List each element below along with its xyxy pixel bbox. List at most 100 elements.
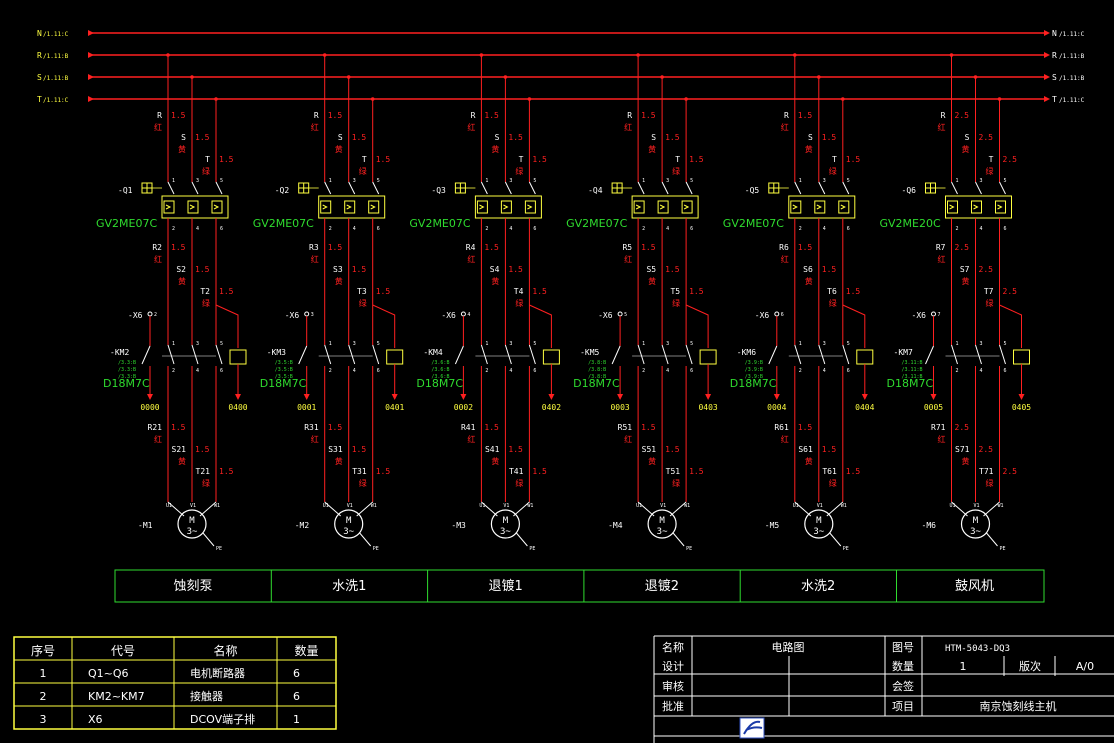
contact-number: 6 — [533, 226, 536, 232]
title-version-label: 版次 — [1019, 659, 1041, 673]
wire-size-label: 2.5 — [979, 445, 994, 454]
wire-size-label: 1.5 — [665, 265, 680, 274]
wire-size-label: 1.5 — [798, 423, 813, 432]
bus-name-left: N — [37, 29, 42, 38]
breaker-tag: -Q4 — [588, 186, 603, 195]
aux-contact-blade — [298, 345, 308, 365]
contact-number: 1 — [642, 178, 645, 184]
contactor-tag: -KM5 — [580, 348, 599, 357]
contact-number: 1 — [799, 178, 802, 184]
contact-number: 6 — [1004, 368, 1007, 374]
parts-header: 序号 — [31, 643, 55, 658]
title-quantity: 1 — [960, 660, 967, 673]
motor-symbol: M — [816, 516, 822, 526]
wire-size-label: 1.5 — [532, 467, 547, 476]
wire-color-label: 红 — [781, 434, 789, 444]
breaker-model: GV2ME20C — [880, 217, 941, 230]
terminal-dot — [931, 311, 936, 317]
wire-phase-label: S — [181, 133, 186, 142]
title-version: A/0 — [1076, 660, 1094, 673]
wire-size-label: 1.5 — [376, 287, 391, 296]
contact-number: 4 — [353, 368, 356, 374]
motor-terminal-label: U1 — [950, 503, 956, 509]
motor-terminal-label: W1 — [214, 503, 220, 509]
contact-number: 6 — [847, 226, 850, 232]
wire-size-label: 1.5 — [195, 445, 210, 454]
bus-tap-dot — [214, 97, 218, 101]
wire-size-label: 1.5 — [822, 265, 837, 274]
wire-color-label: 绿 — [515, 299, 523, 308]
wire-size-label: 1.5 — [532, 155, 547, 164]
contactor-ref: /3.5:B — [275, 367, 293, 373]
bus-arrow-left — [88, 74, 94, 80]
wire-phase-label: T — [989, 155, 994, 164]
motor-terminal-label: U1 — [166, 503, 172, 509]
contact-number: 6 — [847, 368, 850, 374]
contact-number: 2 — [642, 226, 645, 232]
terminal-number: 5 — [624, 312, 627, 318]
ground-lead — [986, 532, 998, 547]
wire-size-label: 1.5 — [352, 133, 367, 142]
branch-4: R 1.5 红 S 1.5 黄 T 1.5 绿 -Q4 1 2 3 4 5 6 GV2ME07C R5 1.5 红 S5… — [566, 53, 718, 552]
wire-size-label: 1.5 — [641, 423, 656, 432]
wire-phase-label: R — [471, 111, 476, 120]
bus-arrow-right — [1044, 30, 1050, 36]
branch-6: R 2.5 红 S 2.5 黄 T 2.5 绿 -Q6 1 2 3 4 5 6 GV2ME20C R7 2.5 红 S7… — [880, 53, 1031, 552]
breaker-model: GV2ME07C — [96, 217, 157, 230]
wire-number-label: S7 — [960, 265, 970, 274]
breaker-tag: -Q6 — [902, 186, 917, 195]
aux-output-label: 0004 — [767, 403, 786, 412]
contact-number: 5 — [847, 178, 850, 184]
motor-symbol: 3~ — [970, 527, 981, 537]
aux-output-label: 0003 — [610, 403, 629, 412]
motor-tag: -M3 — [451, 521, 466, 530]
terminal-tag: -X6 — [755, 311, 770, 320]
title-approve-label: 批准 — [662, 699, 684, 713]
wire-size-label: 1.5 — [689, 155, 704, 164]
wire-size-label: 1.5 — [376, 155, 391, 164]
wire-size-label: 1.5 — [689, 467, 704, 476]
terminal-dot — [774, 311, 780, 317]
aux-contact-blade — [611, 345, 621, 365]
contact-number: 1 — [329, 341, 332, 347]
wire-color-label: 红 — [624, 434, 632, 444]
bus-tap-dot — [346, 75, 351, 79]
parts-header: 名称 — [213, 643, 237, 658]
contactor-coil — [542, 349, 560, 365]
bus-tap-dot — [660, 75, 664, 79]
ground-lead — [672, 532, 685, 547]
bus-ref-right: /1.11:B — [1059, 53, 1085, 60]
wire-color-label: 绿 — [986, 479, 994, 488]
main-contact-blade — [637, 344, 645, 365]
contact-number: 4 — [353, 226, 356, 232]
contact-number: 3 — [353, 178, 356, 184]
thermal-mark — [322, 204, 328, 210]
title-countersign-label: 会签 — [892, 679, 914, 693]
wire-color-label: 红 — [781, 254, 789, 264]
wire-size-label: 1.5 — [171, 423, 186, 432]
wire-color-label: 黄 — [962, 144, 970, 154]
thermal-mark — [792, 204, 798, 210]
wire-color-label: 绿 — [202, 167, 210, 176]
bus-name-left: T — [37, 95, 42, 104]
parts-table: 序号 代号 名称 数量 1 Q1~Q6 电机断路器 6 2 KM2~KM7 接触器 6 3 X6 DCOV端… — [13, 636, 337, 730]
parts-cell: KM2~KM7 — [88, 690, 145, 703]
contact-number: 4 — [823, 368, 826, 374]
wire-color-label: 黄 — [491, 144, 499, 154]
wire-color-label: 红 — [467, 254, 475, 264]
contact-number: 5 — [533, 178, 536, 184]
contactor-coil — [1013, 349, 1030, 365]
contact-number: 5 — [690, 178, 693, 184]
contact-number: 1 — [329, 178, 332, 184]
contactor-model: D18M7C — [573, 377, 620, 390]
wire-size-label: 1.5 — [822, 445, 837, 454]
contact-number: 1 — [642, 341, 645, 347]
wire-number-label: S5 — [646, 265, 656, 274]
wire-size-label: 1.5 — [508, 265, 523, 274]
wire-color-label: 黄 — [335, 276, 343, 286]
ground-lead — [202, 532, 215, 547]
contactor-tag: -KM3 — [267, 348, 286, 357]
wire-size-label: 1.5 — [846, 467, 861, 476]
contact-number: 2 — [172, 368, 175, 374]
wire-number-label: T4 — [514, 287, 524, 296]
